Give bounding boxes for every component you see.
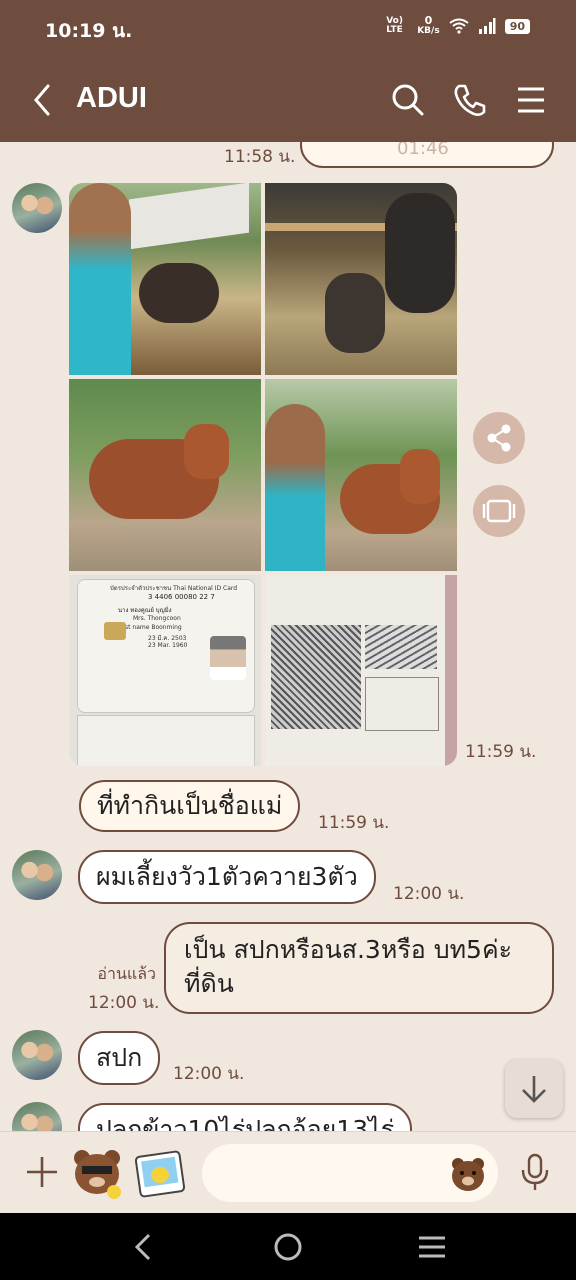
id-card-dob-en: 23 Mar. 1960 (148, 642, 188, 649)
chat-messages[interactable]: 11:58 น. 01:46 บัตรประจำตัวประชาชน Thai … (0, 142, 576, 1131)
signal-icon (478, 18, 496, 34)
message-time: 12:00 น. (88, 993, 160, 1013)
id-card-name-en: Mrs. Thongcoon (133, 615, 181, 622)
message-time: 12:00 น. (393, 884, 465, 904)
plus-icon[interactable] (24, 1154, 60, 1190)
message-input[interactable] (202, 1144, 498, 1202)
emoji-icon[interactable] (448, 1154, 488, 1194)
message-time: 11:59 น. (318, 813, 390, 833)
message-time: 12:00 น. (173, 1064, 245, 1084)
message-text: เป็น สปกหรือนส.3หรือ บท5ค่ะ (184, 935, 513, 964)
id-card-title: บัตรประจำตัวประชาชน Thai National ID Car… (110, 585, 238, 592)
status-icons: Vo) LTE 0 KB/s 90 (386, 14, 530, 36)
brown-bear-sticker-icon[interactable] (68, 1144, 126, 1202)
photo-land-document[interactable] (265, 575, 457, 766)
message-text: สปก (96, 1043, 143, 1072)
avatar[interactable] (12, 1030, 62, 1080)
share-icon (487, 424, 511, 452)
message-text: ที่ดิน (184, 968, 234, 998)
system-nav-bar (0, 1213, 576, 1280)
arrow-down-icon (522, 1076, 546, 1103)
phone-icon[interactable] (450, 80, 490, 120)
nav-back-icon[interactable] (128, 1231, 160, 1263)
chat-bubble-sent[interactable]: เป็น สปกหรือนส.3หรือ บท5ค่ะ ที่ดิน (164, 922, 554, 1014)
message-time: 11:58 น. (224, 147, 296, 167)
photo-farmer-with-buffalo[interactable] (69, 183, 261, 375)
photo-id-card[interactable]: บัตรประจำตัวประชาชน Thai National ID Car… (69, 575, 261, 766)
chat-bubble[interactable]: ที่ทำกินเป็นชื่อแม่ (79, 780, 301, 832)
data-speed: 0 KB/s (417, 14, 440, 36)
status-time: 10:19 น. (45, 20, 133, 42)
id-card-surname-en: Last name Boonming (118, 624, 182, 631)
share-button[interactable] (473, 412, 525, 464)
back-arrow-icon[interactable] (26, 80, 60, 120)
data-speed-value: 0 (424, 14, 433, 27)
nav-home-icon[interactable] (272, 1231, 304, 1263)
wifi-icon (449, 18, 469, 34)
message-text: ปลูกข้าว10ไร่ปลูกอ้อย13ไร่ (96, 1115, 395, 1131)
chat-bubble[interactable]: ผมเลี้ยงวัว1ตัวควาย3ตัว (78, 850, 376, 904)
message-text: ผมเลี้ยงวัว1ตัวควาย3ตัว (96, 862, 358, 891)
chat-title: ADUI (76, 82, 147, 114)
read-receipt: อ่านแล้ว (97, 964, 156, 983)
avatar[interactable] (12, 850, 62, 900)
call-bubble[interactable]: 01:46 (300, 142, 554, 168)
status-bar: 10:19 น. Vo) LTE 0 KB/s 90 (0, 0, 576, 58)
chat-bubble[interactable]: ปลูกข้าว10ไร่ปลูกอ้อย13ไร่ (78, 1103, 413, 1131)
network-label: Vo) LTE (386, 16, 403, 35)
battery-indicator: 90 (504, 18, 530, 34)
photo-grid[interactable]: บัตรประจำตัวประชาชน Thai National ID Car… (69, 183, 457, 766)
message-input-bar (0, 1131, 576, 1214)
data-speed-unit: KB/s (417, 26, 440, 36)
scroll-down-button[interactable] (505, 1060, 563, 1118)
avatar[interactable] (12, 1102, 62, 1131)
id-card-number: 3 4406 00080 22 7 (148, 593, 215, 601)
chat-bubble[interactable]: สปก (78, 1031, 161, 1085)
sally-sticker-icon[interactable] (134, 1148, 186, 1200)
album-icon (482, 499, 516, 523)
call-duration: 01:46 (397, 142, 449, 159)
photo-farmer-with-cow[interactable] (265, 379, 457, 571)
microphone-icon[interactable] (518, 1152, 552, 1192)
id-card-name: นาง ทองคูณย์ บุญมิ่ง (118, 607, 172, 614)
photo-red-cow[interactable] (69, 379, 261, 571)
avatar[interactable] (12, 183, 62, 233)
message-text: ที่ทำกินเป็นชื่อแม่ (97, 791, 283, 820)
photo-buffalo-calf[interactable] (265, 183, 457, 375)
search-icon[interactable] (388, 80, 428, 120)
nav-recents-icon[interactable] (416, 1231, 448, 1263)
photos-time: 11:59 น. (465, 742, 537, 762)
chat-header: ADUI (0, 58, 576, 142)
menu-icon[interactable] (511, 80, 551, 120)
album-button[interactable] (473, 485, 525, 537)
